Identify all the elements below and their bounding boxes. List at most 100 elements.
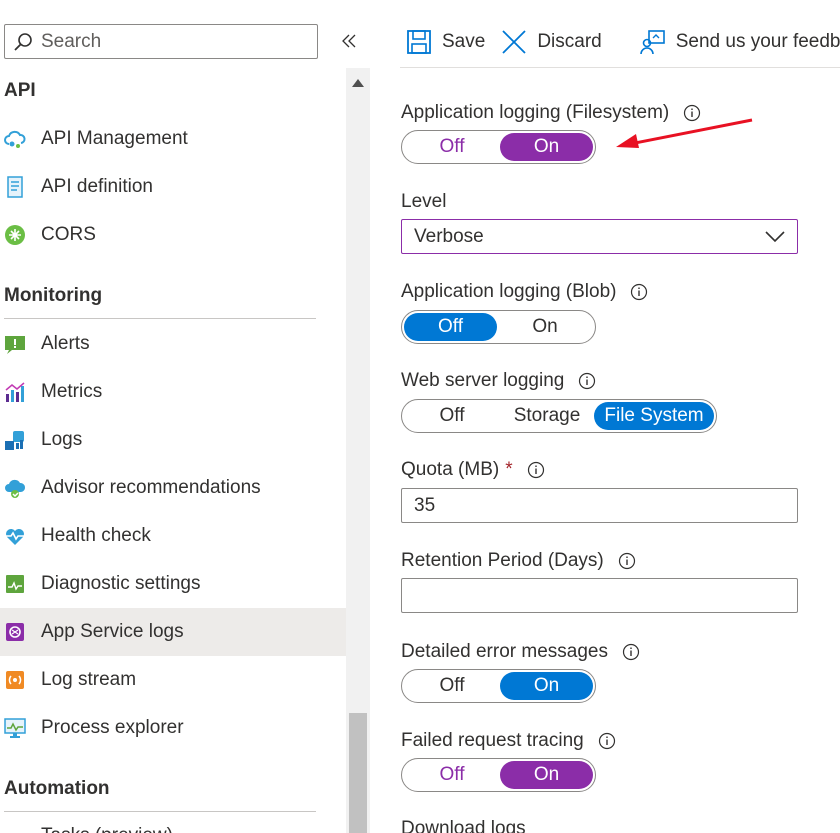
field-label-text: Retention Period (Days) — [401, 550, 604, 571]
search-input[interactable] — [41, 30, 301, 53]
sidebar: API API Management API definition CORS M… — [0, 0, 346, 833]
field-label-text: Failed request tracing — [401, 730, 584, 751]
sidebar-item-logs[interactable]: Logs — [0, 416, 346, 464]
feedback-button[interactable]: Send us your feedback — [634, 22, 840, 62]
cors-icon — [3, 223, 27, 247]
sidebar-item-label: Alerts — [41, 333, 90, 354]
save-button[interactable]: Save — [400, 22, 491, 62]
download-logs-label: Download logs — [401, 818, 526, 833]
search-box[interactable] — [4, 24, 318, 59]
feedback-label: Send us your feedback — [675, 31, 840, 52]
app-service-logs-icon — [3, 620, 27, 644]
retention-label: Retention Period (Days) — [401, 550, 636, 572]
sidebar-item-tasks[interactable]: Tasks (preview) — [0, 812, 346, 833]
sidebar-item-label: Health check — [41, 525, 151, 546]
info-icon[interactable] — [578, 372, 596, 390]
metrics-icon — [3, 380, 27, 404]
section-divider — [4, 318, 316, 319]
triangle-up-icon — [352, 79, 364, 87]
sidebar-item-label: Logs — [41, 429, 83, 450]
field-label-text: Download logs — [401, 818, 526, 833]
info-icon[interactable] — [622, 643, 640, 661]
sidebar-item-label: API Management — [41, 128, 188, 149]
toggle-option-on[interactable]: On — [500, 761, 593, 789]
logs-icon — [3, 428, 27, 452]
info-icon[interactable] — [618, 552, 636, 570]
alert-icon — [3, 332, 27, 356]
toggle-option-storage[interactable]: Storage — [500, 402, 594, 430]
command-toolbar: Save Discard Send us your feedback — [400, 22, 840, 62]
heart-icon — [3, 524, 27, 548]
failed-request-label: Failed request tracing — [401, 730, 616, 752]
toggle-option-off[interactable]: Off — [404, 133, 500, 161]
toggle-option-off[interactable]: Off — [404, 313, 497, 341]
section-title-monitoring: Monitoring — [4, 285, 103, 306]
required-indicator: * — [505, 459, 513, 480]
sidebar-item-label: Advisor recommendations — [41, 477, 261, 498]
cloud-api-icon — [3, 127, 27, 151]
tasks-icon — [3, 824, 27, 833]
info-icon[interactable] — [598, 732, 616, 750]
sidebar-item-label: App Service logs — [41, 621, 184, 642]
sidebar-item-cors[interactable]: CORS — [0, 211, 346, 259]
sidebar-item-advisor-recommendations[interactable]: Advisor recommendations — [0, 464, 346, 512]
sidebar-item-label: Log stream — [41, 669, 137, 690]
toggle-option-on[interactable]: On — [500, 133, 593, 161]
sidebar-item-label: Process explorer — [41, 717, 184, 738]
sidebar-item-api-management[interactable]: API Management — [0, 115, 346, 163]
sidebar-item-process-explorer[interactable]: Process explorer — [0, 704, 346, 752]
retention-input[interactable] — [401, 578, 798, 613]
section-title-api: API — [4, 80, 36, 101]
sidebar-item-log-stream[interactable]: Log stream — [0, 656, 346, 704]
discard-button[interactable]: Discard — [495, 22, 607, 62]
info-icon[interactable] — [527, 461, 545, 479]
failed-request-toggle[interactable]: Off On — [401, 758, 596, 792]
sidebar-item-alerts[interactable]: Alerts — [0, 320, 346, 368]
web-server-logging-label: Web server logging — [401, 370, 596, 392]
field-label-text: Quota (MB) — [401, 459, 500, 480]
level-selected-value: Verbose — [414, 225, 484, 247]
collapse-sidebar-button[interactable] — [338, 28, 360, 54]
toggle-option-off[interactable]: Off — [404, 402, 500, 430]
level-dropdown[interactable]: Verbose — [401, 219, 798, 254]
sidebar-item-label: Tasks (preview) — [41, 825, 173, 833]
toolbar-divider — [400, 67, 840, 68]
field-label-text: Detailed error messages — [401, 641, 608, 662]
sidebar-scrollbar[interactable] — [346, 68, 370, 833]
process-explorer-icon — [3, 716, 27, 740]
search-icon — [14, 32, 32, 51]
toggle-option-off[interactable]: Off — [404, 672, 500, 700]
app-logging-fs-toggle[interactable]: Off On — [401, 130, 596, 164]
sidebar-item-label: CORS — [41, 224, 96, 245]
toggle-option-file-system[interactable]: File System — [594, 402, 714, 430]
sidebar-item-api-definition[interactable]: API definition — [0, 163, 346, 211]
info-icon[interactable] — [630, 283, 648, 301]
sidebar-item-label: Metrics — [41, 381, 103, 402]
discard-label: Discard — [537, 31, 602, 52]
toggle-option-on[interactable]: On — [500, 672, 593, 700]
diagnostic-icon — [3, 572, 27, 596]
app-logging-blob-toggle[interactable]: Off On — [401, 310, 596, 344]
save-label: Save — [442, 31, 486, 52]
level-label: Level — [401, 191, 446, 213]
section-title-automation: Automation — [4, 778, 110, 799]
annotation-arrow — [616, 118, 753, 148]
scroll-up-button[interactable] — [346, 72, 370, 94]
advisor-icon — [3, 476, 27, 500]
sidebar-item-diagnostic-settings[interactable]: Diagnostic settings — [0, 560, 346, 608]
sidebar-item-health-check[interactable]: Health check — [0, 512, 346, 560]
web-server-logging-toggle[interactable]: Off Storage File System — [401, 399, 717, 433]
quota-input[interactable] — [401, 488, 798, 523]
chevron-down-icon — [765, 230, 785, 242]
field-label-text: Application logging (Blob) — [401, 281, 617, 302]
sidebar-item-label: API definition — [41, 176, 153, 197]
field-label-text: Web server logging — [401, 370, 565, 391]
sidebar-item-app-service-logs[interactable]: App Service logs — [0, 608, 346, 656]
toggle-option-on[interactable]: On — [497, 313, 593, 341]
app-logging-blob-label: Application logging (Blob) — [401, 281, 648, 303]
scrollbar-thumb[interactable] — [349, 713, 367, 833]
toggle-option-off[interactable]: Off — [404, 761, 500, 789]
sidebar-item-metrics[interactable]: Metrics — [0, 368, 346, 416]
save-icon — [407, 30, 431, 54]
detailed-errors-toggle[interactable]: Off On — [401, 669, 596, 703]
